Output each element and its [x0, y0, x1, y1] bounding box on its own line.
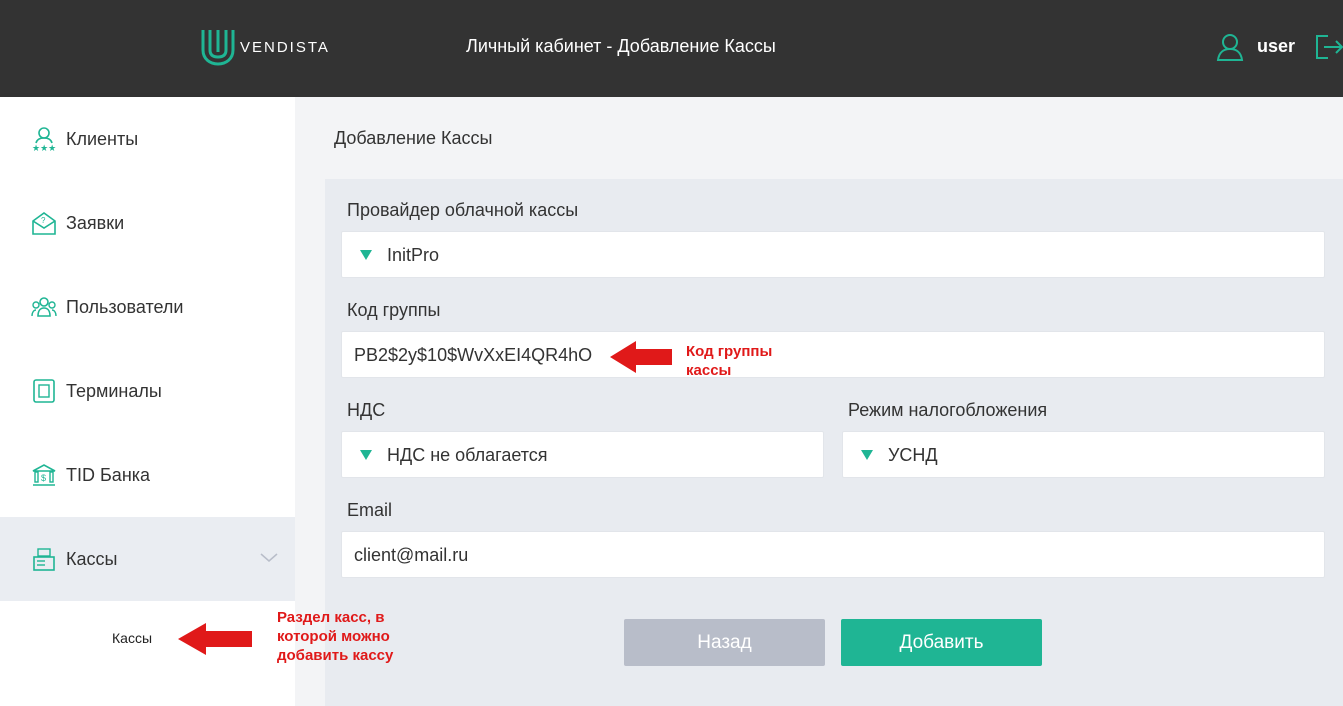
annotation-line: которой можно	[277, 628, 390, 645]
group-code-value: PB2$2y$10$WvXxEI4QR4hO	[354, 345, 593, 365]
annotation-arrow-icon	[178, 623, 252, 655]
add-button[interactable]: Добавить	[841, 619, 1042, 666]
annotation-line: кассы	[686, 362, 732, 379]
svg-text:$: $	[41, 473, 46, 483]
main-content: Добавление Кассы Провайдер облачной касс…	[295, 97, 1343, 706]
logout-icon[interactable]	[1314, 33, 1343, 61]
sidebar-item-label: Кассы	[66, 549, 118, 569]
sidebar-item-label: Клиенты	[66, 129, 139, 149]
sidebar-item-requests[interactable]: ? Заявки	[0, 181, 295, 265]
user-icon[interactable]	[1216, 33, 1244, 61]
bank-icon: $	[32, 464, 56, 486]
dropdown-arrow-icon	[861, 450, 873, 460]
requests-icon: ?	[32, 212, 56, 235]
vat-label: НДС	[347, 400, 386, 420]
vat-select[interactable]: НДС не облагается	[341, 431, 824, 478]
tax-regime-select[interactable]: УСНД	[842, 431, 1325, 478]
provider-value: InitPro	[387, 245, 440, 265]
page-title: Добавление Кассы	[334, 128, 493, 148]
email-value: client@mail.ru	[354, 545, 469, 565]
provider-label: Провайдер облачной кассы	[347, 200, 579, 220]
sidebar-item-tid-bank[interactable]: $ TID Банка	[0, 433, 295, 517]
dropdown-arrow-icon	[360, 450, 372, 460]
form-panel: Провайдер облачной кассы InitPro Код гру…	[325, 179, 1343, 706]
back-button[interactable]: Назад	[624, 619, 825, 666]
annotation-group-code: Код группы кассы	[686, 342, 772, 380]
vendista-logo[interactable]: VENDISTA	[200, 26, 330, 68]
clients-icon: ★★★	[32, 127, 56, 152]
header-title: Личный кабинет - Добавление Кассы	[466, 36, 776, 56]
annotation-arrow-icon	[610, 341, 672, 373]
logo-text: VENDISTA	[240, 38, 330, 56]
annotation-line: добавить кассу	[277, 647, 394, 664]
cash-register-icon	[33, 548, 55, 571]
annotation-line: Код группы	[686, 343, 773, 360]
annotation-line: Раздел касс, в	[277, 609, 385, 626]
logo-icon	[201, 30, 235, 66]
sidebar-item-clients[interactable]: ★★★ Клиенты	[0, 97, 295, 181]
sidebar-item-label: TID Банка	[66, 465, 151, 485]
email-input[interactable]: client@mail.ru	[341, 531, 1325, 578]
sidebar-item-users[interactable]: Пользователи	[0, 265, 295, 349]
provider-select[interactable]: InitPro	[341, 231, 1325, 278]
annotation-section: Раздел касс, в которой можно добавить ка…	[277, 608, 393, 665]
sidebar-item-cash-registers[interactable]: Кассы	[0, 517, 295, 601]
group-code-input[interactable]: PB2$2y$10$WvXxEI4QR4hO	[341, 331, 1325, 378]
sidebar-item-label: Заявки	[66, 213, 125, 233]
tax-regime-value: УСНД	[888, 445, 938, 465]
terminal-icon	[33, 379, 55, 403]
dropdown-arrow-icon	[360, 250, 372, 260]
sidebar-subitem-cash-registers[interactable]: Кассы	[112, 630, 152, 646]
vat-value: НДС не облагается	[387, 445, 548, 465]
svg-text:★★★: ★★★	[32, 143, 56, 152]
group-code-label: Код группы	[347, 300, 441, 320]
svg-text:?: ?	[41, 216, 46, 225]
sidebar-item-label: Пользователи	[66, 297, 184, 317]
user-name[interactable]: user	[1257, 36, 1295, 57]
top-header: VENDISTA Личный кабинет - Добавление Кас…	[0, 0, 1343, 97]
sidebar-item-label: Терминалы	[66, 381, 162, 401]
users-icon	[31, 297, 57, 317]
chevron-down-icon[interactable]	[260, 553, 278, 563]
sidebar-item-terminals[interactable]: Терминалы	[0, 349, 295, 433]
email-label: Email	[347, 500, 393, 520]
sidebar: ★★★ Клиенты ? Заявки Пользователи Термин…	[0, 97, 295, 706]
tax-regime-label: Режим налогобложения	[848, 400, 1048, 420]
